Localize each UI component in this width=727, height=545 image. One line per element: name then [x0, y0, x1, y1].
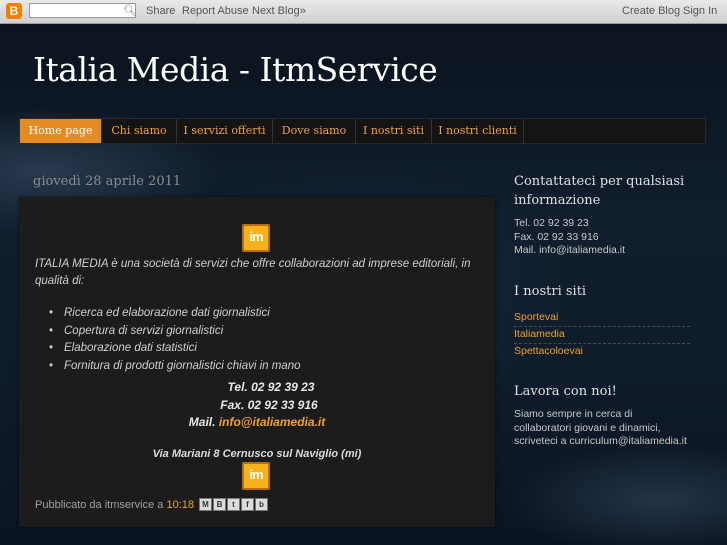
mail-link[interactable]: info@italiamedia.it	[219, 415, 325, 429]
sidebar-link-sportevai[interactable]: Sportevai	[514, 310, 690, 327]
create-blog-link[interactable]: Create Blog	[622, 5, 680, 17]
blogthis-icon[interactable]: B	[213, 498, 226, 511]
italia-media-logo-icon: im	[242, 224, 270, 252]
list-item: Fornitura di prodotti giornalistici chia…	[49, 358, 301, 376]
services-list: Ricerca ed elaborazione dati giornalisti…	[49, 305, 301, 375]
post-address: Via Mariani 8 Cernusco sul Naviglio (mi)	[152, 448, 362, 460]
jobs-widget-title: Lavora con noi!	[514, 384, 617, 399]
page-tabs: Home page Chi siamo I servizi offerti Do…	[19, 118, 706, 144]
contact-mail: Mail. info@italiamedia.it	[514, 244, 626, 256]
tab-servizi-offerti[interactable]: I servizi offerti	[177, 119, 273, 143]
post-footer: Pubblicato da itmservice a 10:18	[35, 499, 194, 511]
list-item: Elaborazione dati statistici	[49, 340, 301, 358]
post-intro: ITALIA MEDIA è una società di servizi ch…	[35, 258, 471, 287]
sidebar-link-italiamedia[interactable]: Italiamedia	[514, 327, 690, 344]
facebook-icon[interactable]: f	[241, 498, 254, 511]
contact-tel: Tel. 02 92 39 23	[514, 217, 589, 229]
post-mail: Mail. info@italiamedia.it	[19, 415, 495, 429]
navbar-search-input[interactable]	[29, 3, 136, 18]
email-icon[interactable]: M	[199, 498, 212, 511]
blogger-navbar: B 🔍︎ Share Report Abuse Next Blog» Creat…	[0, 0, 727, 24]
site-title[interactable]: Italia Media - ItmService	[33, 50, 438, 89]
post-fax: Fax. 02 92 33 916	[220, 398, 318, 412]
jobs-text: Siamo sempre in cerca di collaboratori g…	[514, 408, 687, 447]
twitter-icon[interactable]: t	[227, 498, 240, 511]
sites-widget-title: I nostri siti	[514, 284, 587, 299]
post-tel: Tel. 02 92 39 23	[227, 380, 315, 394]
tab-chi-siamo[interactable]: Chi siamo	[102, 119, 177, 143]
list-item: Copertura di servizi giornalistici	[49, 323, 301, 341]
tab-home-page[interactable]: Home page	[20, 119, 102, 143]
blog-post: im ITALIA MEDIA è una società di servizi…	[19, 197, 495, 527]
post-author-label: Pubblicato da itmservice a	[35, 499, 164, 511]
report-abuse-link[interactable]: Report Abuse	[182, 5, 249, 17]
contact-fax: Fax. 02 92 33 916	[514, 230, 599, 243]
contact-widget-title: Contattateci per qualsiasi informazione	[514, 174, 685, 208]
share-link[interactable]: Share	[146, 5, 175, 17]
mail-label: Mail.	[188, 415, 216, 429]
post-timestamp-link[interactable]: 10:18	[166, 499, 194, 511]
tab-nostri-clienti[interactable]: I nostri clienti	[432, 119, 524, 143]
contact-details: Tel. 02 92 39 23 Fax. 02 92 33 916 Mail.…	[514, 217, 625, 258]
next-blog-link[interactable]: Next Blog»	[252, 5, 306, 17]
buzz-icon[interactable]: b	[255, 498, 268, 511]
date-header: giovedì 28 aprile 2011	[33, 174, 182, 189]
search-icon[interactable]: 🔍︎	[123, 4, 137, 18]
sidebar-link-spettacoloevai[interactable]: Spettacoloevai	[514, 344, 690, 360]
list-item: Ricerca ed elaborazione dati giornalisti…	[49, 305, 301, 323]
tab-dove-siamo[interactable]: Dove siamo	[273, 119, 356, 143]
tab-nostri-siti[interactable]: I nostri siti	[356, 119, 432, 143]
italia-media-logo-icon: im	[242, 462, 270, 490]
blogger-logo-icon[interactable]: B	[6, 3, 22, 19]
sign-in-link[interactable]: Sign In	[683, 5, 717, 17]
